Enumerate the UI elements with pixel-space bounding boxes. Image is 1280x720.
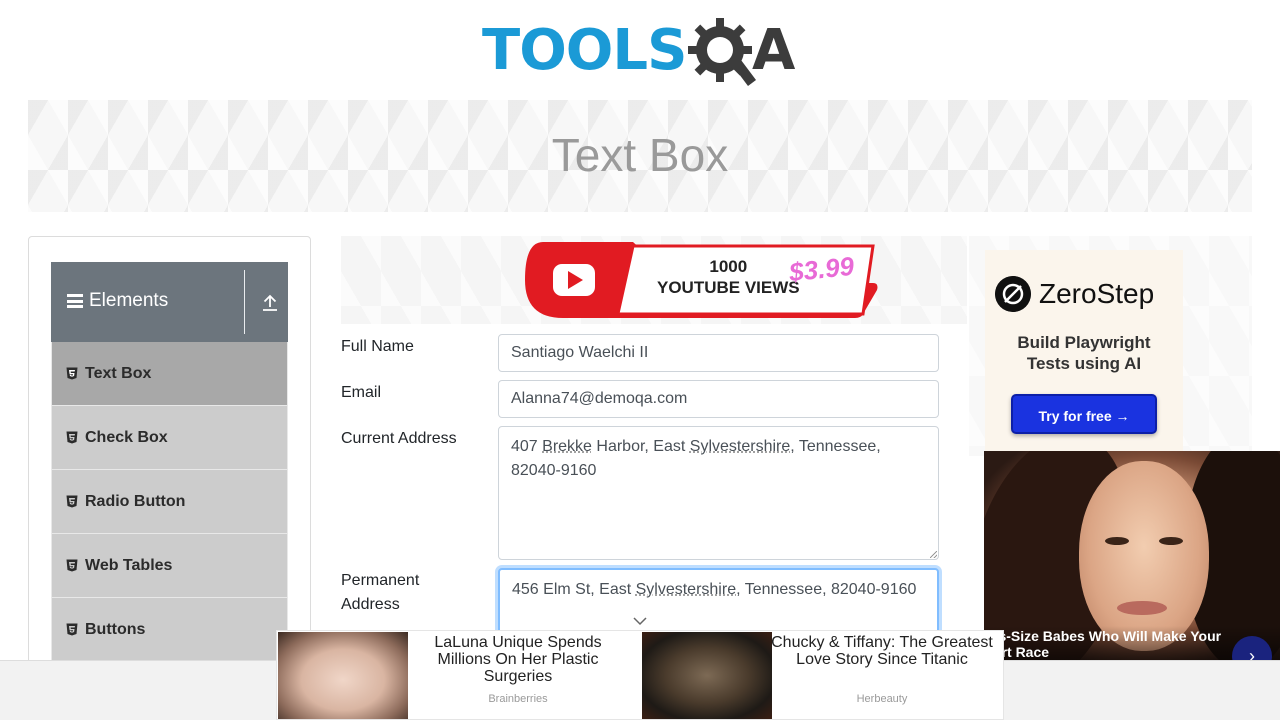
zerostep-brand: ZeroStep (1039, 278, 1154, 310)
hamburger-icon (67, 294, 83, 308)
label-line: Address (341, 593, 419, 617)
html5-icon (66, 367, 78, 380)
header-divider (244, 270, 245, 334)
video-ad-image (1079, 461, 1209, 651)
email-label: Email (341, 381, 381, 405)
sidebar-item-buttons[interactable]: Buttons (51, 598, 288, 662)
tagline-line: Build Playwright (985, 332, 1183, 353)
sidebar-item-web-tables[interactable]: Web Tables (51, 534, 288, 598)
sidebar-item-check-box[interactable]: Check Box (51, 406, 288, 470)
html5-icon (66, 559, 78, 572)
sidebar-item-label: Text Box (85, 365, 151, 383)
zerostep-card: ZeroStep Build Playwright Tests using AI… (985, 250, 1183, 456)
html5-icon (66, 495, 78, 508)
sidebar-item-label: Check Box (85, 429, 168, 447)
try-for-free-button[interactable]: Try for free → (1011, 394, 1157, 434)
toolsqa-logo[interactable]: TOOLS A (480, 14, 806, 92)
html5-icon (66, 431, 78, 444)
page-title: Text Box (28, 128, 1252, 182)
video-ad-image (1117, 601, 1167, 615)
youtube-views-ad[interactable]: 1000 YOUTUBE VIEWS $3.99 (341, 236, 967, 324)
elements-menu: Text Box Check Box Radio Button Web Tabl… (51, 342, 288, 662)
page: TOOLS A Text Box Elements Text Box Check… (0, 0, 1280, 720)
sidebar-item-label: Buttons (85, 621, 145, 639)
zerostep-ad[interactable]: ZeroStep Build Playwright Tests using AI… (969, 236, 1252, 456)
youtube-views-ad-art: 1000 YOUTUBE VIEWS $3.99 (523, 238, 881, 320)
zerostep-logo: ZeroStep (995, 276, 1154, 312)
left-nav-panel: Elements Text Box Check Box Radio Button (28, 236, 311, 720)
elements-group-header[interactable]: Elements (51, 262, 288, 342)
page-banner: Text Box (28, 100, 1252, 212)
address-text: Brekke (542, 438, 592, 455)
html5-icon (66, 623, 78, 636)
address-text: 456 Elm St, East (512, 581, 636, 598)
chevron-down-icon[interactable] (632, 615, 648, 627)
collapse-arrow-icon[interactable] (261, 294, 279, 312)
address-text: , Tennessee, 82040-9160 (736, 581, 916, 598)
ad-line-2: YOUTUBE VIEWS (657, 277, 800, 298)
sidebar-item-radio-button[interactable]: Radio Button (51, 470, 288, 534)
current-address-textarea[interactable]: 407 Brekke Harbor, East Sylvestershire, … (498, 426, 939, 560)
video-ad[interactable]: lus-Size Babes Who Will Make Your eart R… (984, 451, 1280, 660)
sidebar-item-text-box[interactable]: Text Box (51, 342, 288, 406)
current-address-label: Current Address (341, 427, 457, 451)
sidebar-item-label: Radio Button (85, 493, 185, 511)
address-text: 407 (511, 438, 542, 455)
logo-text-tools: TOOLS (482, 18, 686, 83)
email-input[interactable]: Alanna74@demoqa.com (498, 380, 939, 418)
address-text: Sylvestershire (690, 438, 790, 455)
full-name-label: Full Name (341, 335, 414, 359)
ad-thumbnail[interactable] (278, 632, 408, 719)
ad-headline[interactable]: LaLuna Unique Spends Millions On Her Pla… (407, 634, 629, 685)
group-label: Elements (89, 290, 168, 312)
full-name-input[interactable]: Santiago Waelchi II (498, 334, 939, 372)
resize-handle[interactable] (930, 551, 937, 558)
logo-text-a: A (752, 18, 795, 83)
elements-group-title: Elements (67, 290, 168, 312)
label-line: Permanent (341, 569, 419, 593)
ad-headline[interactable]: Chucky & Tiffany: The Greatest Love Stor… (771, 634, 993, 668)
video-ad-image (1159, 537, 1183, 545)
address-text: Harbor, East (592, 438, 690, 455)
sidebar-item-label: Web Tables (85, 557, 172, 575)
gear-magnifier-icon (686, 16, 762, 92)
permanent-address-label: Permanent Address (341, 569, 419, 617)
zerostep-logo-icon (995, 276, 1031, 312)
caption-line: lus-Size Babes Who Will Make Your (986, 628, 1280, 644)
address-text: Sylvestershire (636, 581, 736, 598)
ad-source: Herbeauty (771, 693, 993, 705)
video-ad-image (1105, 537, 1129, 545)
ad-line-1: 1000 (657, 256, 800, 277)
ad-headline: 1000 YOUTUBE VIEWS (657, 256, 800, 298)
bottom-sponsored-ad[interactable]: LaLuna Unique Spends Millions On Her Pla… (276, 630, 1004, 720)
tagline-line: Tests using AI (985, 353, 1183, 374)
ad-thumbnail[interactable] (642, 632, 772, 719)
zerostep-tagline: Build Playwright Tests using AI (985, 332, 1183, 374)
ad-source: Brainberries (407, 693, 629, 705)
